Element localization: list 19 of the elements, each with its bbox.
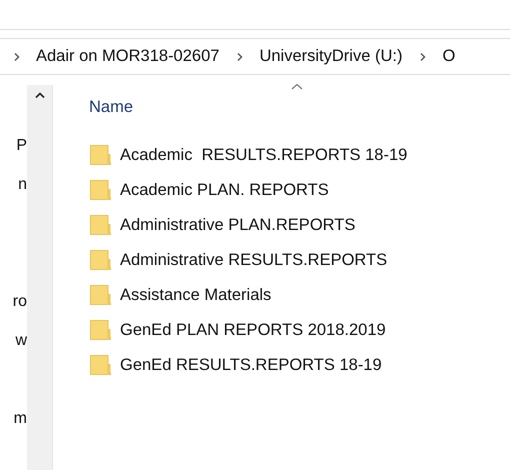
nav-item[interactable]: w bbox=[15, 331, 27, 351]
breadcrumb-item[interactable]: Adair on MOR318-02607 bbox=[36, 44, 220, 69]
nav-item[interactable]: ro bbox=[12, 292, 27, 312]
column-header[interactable]: Name bbox=[89, 95, 134, 120]
breadcrumb-item[interactable]: UniversityDrive (U:) bbox=[259, 44, 402, 69]
file-name[interactable]: GenEd RESULTS.REPORTS 18-19 bbox=[120, 352, 382, 378]
file-name[interactable]: Academic PLAN. REPORTS bbox=[120, 178, 329, 202]
scroll-up-icon[interactable] bbox=[34, 91, 44, 99]
nav-item[interactable]: n bbox=[18, 175, 27, 195]
nav-item[interactable]: m bbox=[14, 409, 27, 429]
nav-item[interactable]: P bbox=[16, 136, 27, 156]
scrollbar[interactable] bbox=[27, 85, 53, 470]
file-name[interactable]: GenEd PLAN REPORTS 2018.2019 bbox=[120, 318, 386, 342]
breadcrumb-item[interactable]: O bbox=[442, 44, 456, 69]
file-name[interactable]: Academic RESULTS.REPORTS 18-19 bbox=[120, 142, 408, 168]
file-name[interactable]: Administrative RESULTS.REPORTS bbox=[120, 248, 388, 272]
file-name[interactable]: Assistance Materials bbox=[120, 282, 272, 308]
file-name[interactable]: Administrative PLAN.REPORTS bbox=[120, 212, 356, 238]
chevron-icon[interactable] bbox=[12, 52, 22, 62]
